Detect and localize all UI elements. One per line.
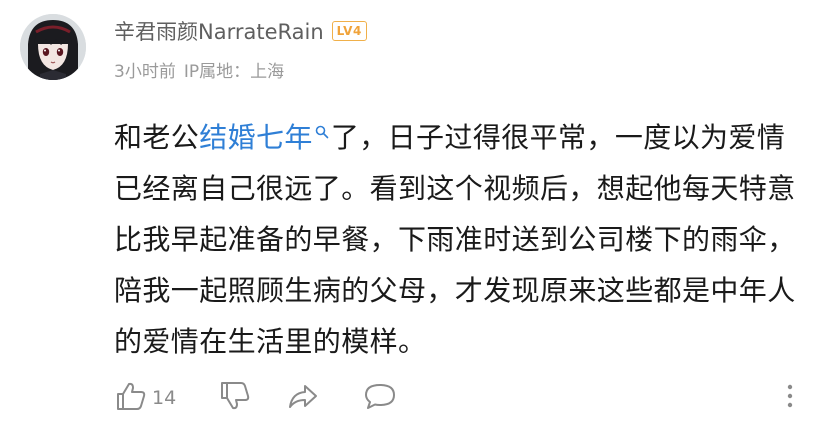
search-icon bbox=[315, 104, 329, 155]
search-keyword-text: 结婚七年 bbox=[199, 121, 313, 154]
like-button[interactable]: 14 bbox=[114, 380, 176, 416]
action-bar: 14 bbox=[114, 380, 814, 416]
reply-button[interactable] bbox=[362, 380, 398, 416]
author-row: 辛君雨颜NarrateRain LV4 bbox=[114, 14, 367, 48]
author-name[interactable]: 辛君雨颜NarrateRain bbox=[114, 16, 324, 46]
timestamp: 3小时前 bbox=[114, 62, 176, 82]
level-badge: LV4 bbox=[331, 21, 367, 41]
search-keyword-link[interactable]: 结婚七年 bbox=[199, 121, 331, 154]
share-icon bbox=[286, 379, 320, 417]
anime-avatar-icon bbox=[20, 14, 86, 80]
thumbs-down-icon bbox=[218, 379, 252, 417]
comment-body: 和老公结婚七年 了，日子过得很平常，一度以为爱情已经离自己很远了。看到这个视频后，… bbox=[114, 104, 804, 367]
comment-text-prefix: 和老公 bbox=[114, 121, 200, 154]
thumbs-up-icon bbox=[114, 379, 148, 417]
like-count: 14 bbox=[152, 387, 177, 409]
vertical-dots-icon bbox=[784, 379, 796, 417]
comment-bubble-icon bbox=[362, 379, 398, 417]
comment-meta: 3小时前 IP属地：上海 bbox=[114, 57, 284, 82]
comment-text-suffix: 了，日子过得很平常，一度以为爱情已经离自己很远了。看到这个视频后，想起他每天特意… bbox=[114, 121, 796, 358]
dislike-button[interactable] bbox=[218, 380, 252, 416]
comment-card: 辛君雨颜NarrateRain LV4 3小时前 IP属地：上海 和老公结婚七年了… bbox=[0, 0, 828, 427]
avatar[interactable] bbox=[20, 14, 86, 80]
more-options-button[interactable] bbox=[784, 380, 796, 416]
ip-location: IP属地：上海 bbox=[183, 62, 285, 82]
share-button[interactable] bbox=[286, 380, 320, 416]
